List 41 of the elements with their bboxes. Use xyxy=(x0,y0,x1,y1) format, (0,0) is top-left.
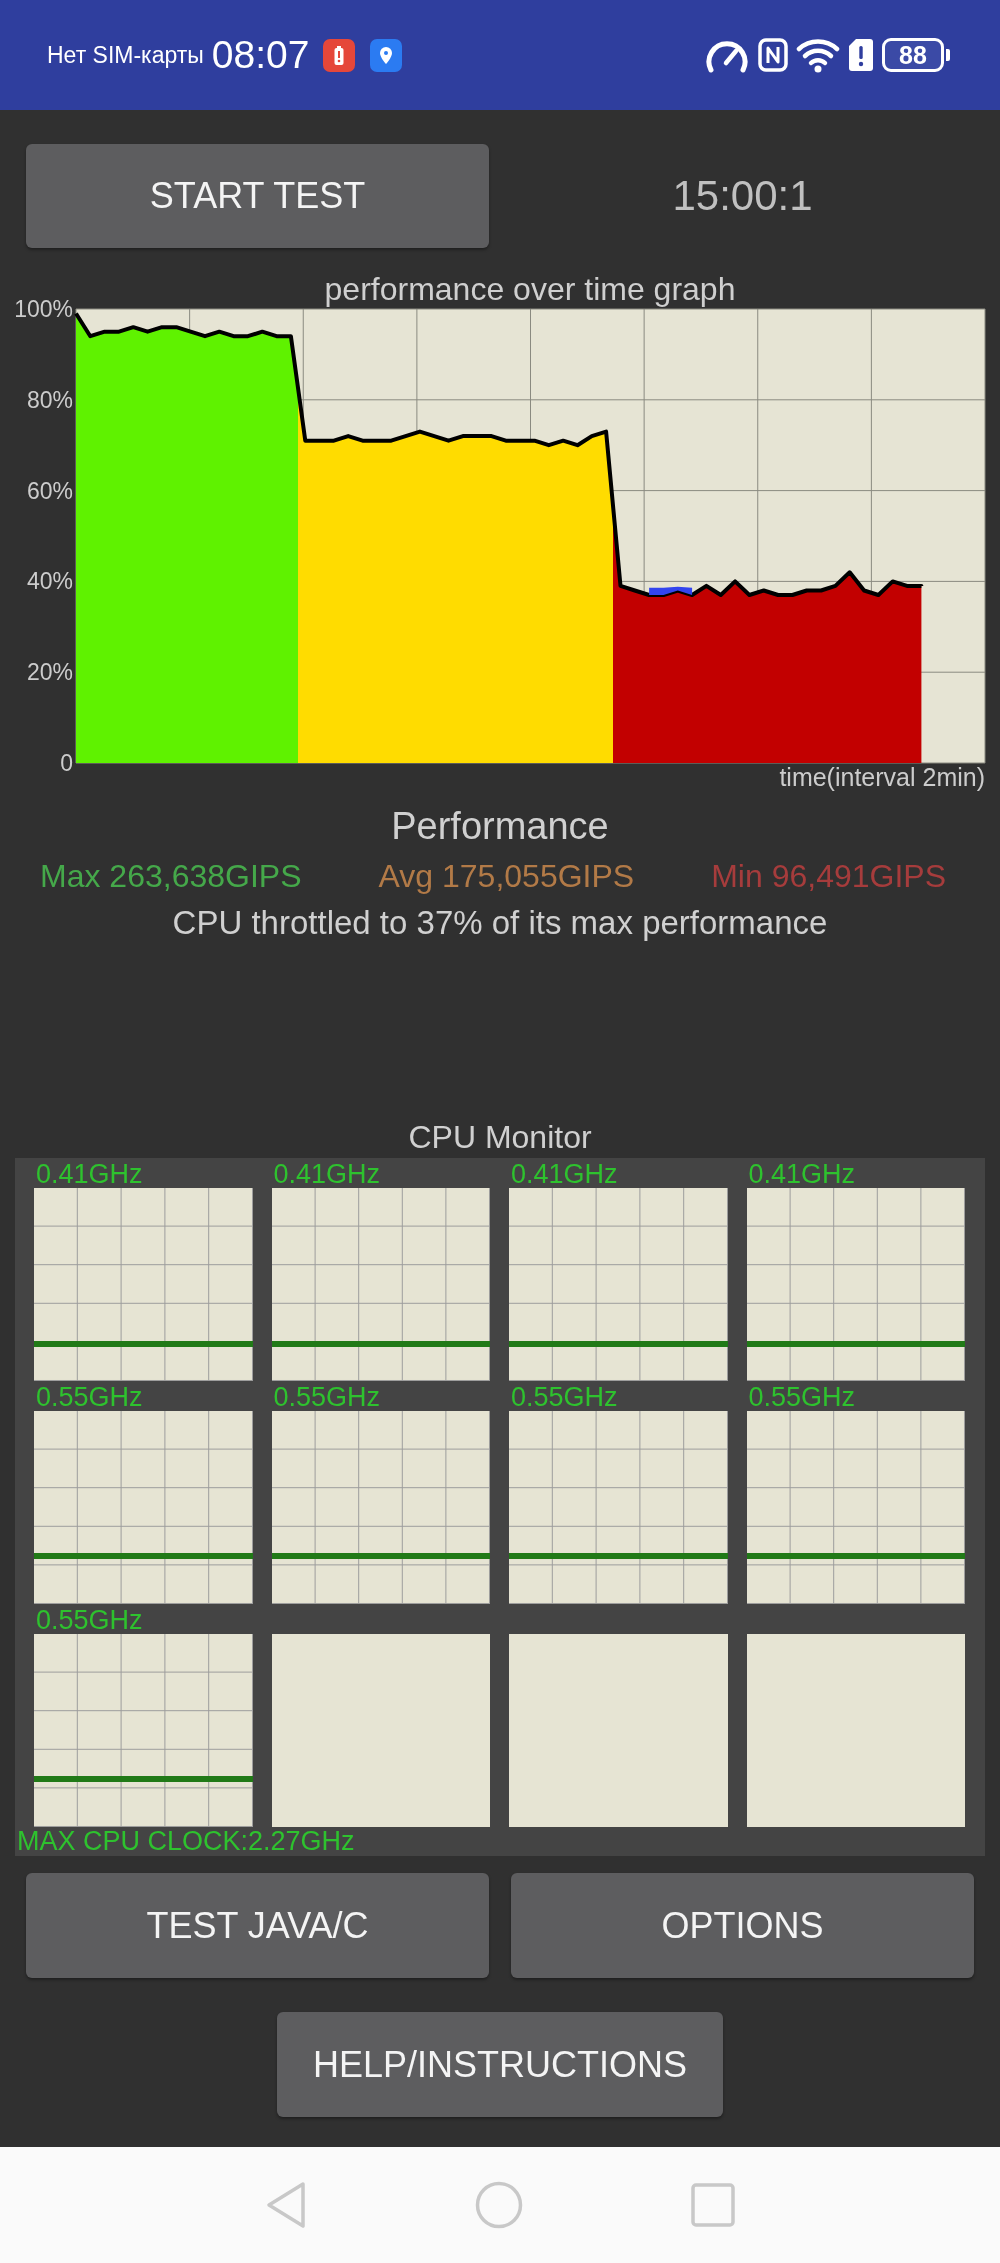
performance-stat: Min 96,491GIPS xyxy=(711,857,946,895)
y-axis-label: 40% xyxy=(26,568,73,595)
cpu-monitor-heading: CPU Monitor xyxy=(407,1120,593,1154)
overlay-area xyxy=(649,586,693,595)
carrier-status: Нет SIM-карты xyxy=(47,41,204,69)
battery-indicator: 88 xyxy=(882,38,950,72)
clock: 08:07 xyxy=(211,33,310,77)
back-icon[interactable] xyxy=(265,2181,307,2229)
timer-readout: 15:00:1 xyxy=(672,172,813,220)
core-frequency-label: 0.41GHz xyxy=(36,1160,143,1188)
sim-alert-icon xyxy=(848,38,874,72)
home-icon[interactable] xyxy=(475,2181,523,2229)
core-frequency-label: 0.55GHz xyxy=(273,1383,381,1411)
core-frequency-label: 0.55GHz xyxy=(748,1383,856,1411)
chart-title: performance over time graph xyxy=(324,271,736,307)
wifi-icon xyxy=(796,37,840,73)
max-cpu-clock: MAX CPU CLOCK:2.27GHz xyxy=(17,1827,356,1856)
location-pin-icon xyxy=(370,38,403,72)
performance-stat: Max 263,638GIPS xyxy=(40,857,302,895)
performance-heading: Performance xyxy=(390,804,610,848)
options-button[interactable]: OPTIONS xyxy=(511,1873,974,1978)
performance-stat: Avg 175,055GIPS xyxy=(378,857,635,895)
test-java-c-button[interactable]: TEST JAVA/C xyxy=(26,1873,489,1978)
battery-notification-icon xyxy=(323,38,356,72)
y-axis-label: 80% xyxy=(26,386,73,413)
y-axis-label: 60% xyxy=(26,477,73,504)
core-frequency-label: 0.41GHz xyxy=(511,1160,618,1188)
core-frequency-label: 0.41GHz xyxy=(273,1160,381,1188)
core-frequency-label: 0.55GHz xyxy=(36,1383,143,1411)
help-instructions-button[interactable]: HELP/INSTRUCTIONS xyxy=(277,2012,723,2117)
core-frequency-label: 0.55GHz xyxy=(36,1606,143,1634)
y-axis-label: 20% xyxy=(26,659,73,686)
y-axis-label: 0 xyxy=(60,750,73,776)
x-axis-label: time(interval 2min) xyxy=(779,763,985,791)
core-frequency-label: 0.41GHz xyxy=(748,1160,856,1188)
nfc-icon xyxy=(758,38,788,72)
y-axis-label: 100% xyxy=(14,296,73,322)
start-test-button[interactable]: START TEST xyxy=(26,144,489,248)
core-frequency-label: 0.55GHz xyxy=(511,1383,618,1411)
throttle-summary: CPU throttled to 37% of its max performance xyxy=(171,904,829,942)
recents-icon[interactable] xyxy=(691,2183,735,2227)
